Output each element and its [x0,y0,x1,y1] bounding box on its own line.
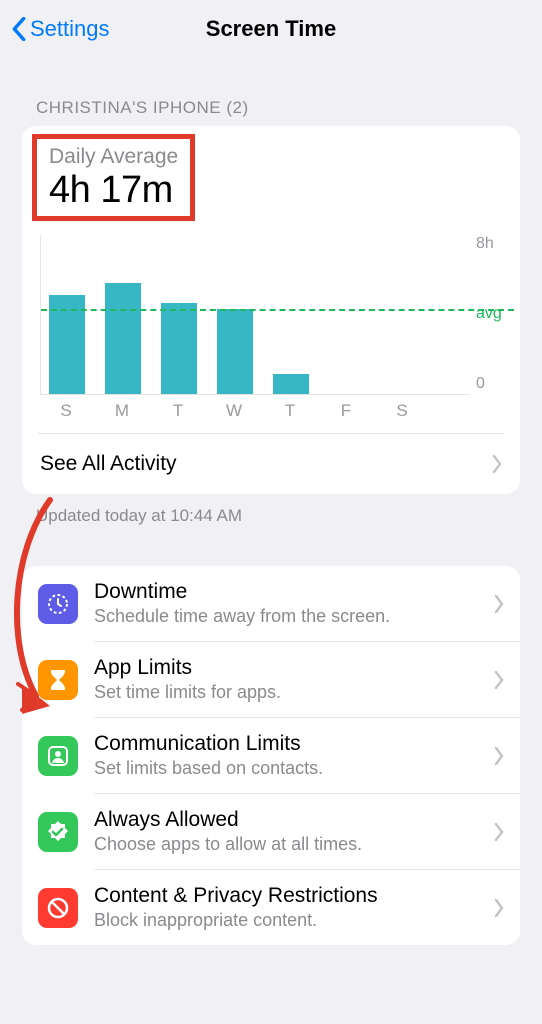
chevron-right-icon [492,455,502,473]
row-subtitle: Block inappropriate content. [94,910,494,931]
chevron-right-icon [494,747,504,765]
y-min-label: 0 [476,375,485,393]
daily-average-label: Daily Average [49,145,178,169]
see-all-label: See All Activity [40,452,177,476]
chart-bar [217,309,253,394]
chevron-right-icon [494,823,504,841]
x-tick: M [104,401,140,421]
options-list: DowntimeSchedule time away from the scre… [22,566,520,945]
row-body: Communication LimitsSet limits based on … [94,732,494,779]
row-body: Content & Privacy RestrictionsBlock inap… [94,884,494,931]
avg-marker-label: avg [476,305,502,323]
x-tick: T [160,401,196,421]
device-header: CHRISTINA'S IPHONE (2) [0,58,542,126]
option-row-downtime[interactable]: DowntimeSchedule time away from the scre… [22,566,520,641]
chevron-right-icon [494,671,504,689]
option-row-check-shield[interactable]: Always AllowedChoose apps to allow at al… [22,794,520,869]
row-subtitle: Set limits based on contacts. [94,758,494,779]
row-subtitle: Choose apps to allow at all times. [94,834,494,855]
updated-label: Updated today at 10:44 AM [0,494,542,548]
option-row-hourglass[interactable]: App LimitsSet time limits for apps. [22,642,520,717]
row-title: App Limits [94,656,494,680]
back-label: Settings [30,16,110,42]
x-tick: W [216,401,252,421]
chevron-right-icon [494,899,504,917]
row-body: Always AllowedChoose apps to allow at al… [94,808,494,855]
contact-icon [38,736,78,776]
row-title: Content & Privacy Restrictions [94,884,494,908]
chart-bar [161,303,197,394]
nav-bar: Settings Screen Time [0,0,542,58]
see-all-activity-row[interactable]: See All Activity [22,434,520,494]
chevron-right-icon [494,595,504,613]
x-axis: SMTWTFS [22,395,520,433]
y-max-label: 8h [476,235,494,253]
x-tick: F [328,401,364,421]
daily-average-box: Daily Average 4h 17m [32,134,195,221]
downtime-icon [38,584,78,624]
row-title: Communication Limits [94,732,494,756]
chevron-left-icon [12,17,26,41]
no-entry-icon [38,888,78,928]
row-body: App LimitsSet time limits for apps. [94,656,494,703]
option-row-contact[interactable]: Communication LimitsSet limits based on … [22,718,520,793]
summary-card: Daily Average 4h 17m 8h avg 0 SMTWTFS Se… [22,126,520,494]
chart-bar [105,283,141,394]
hourglass-icon [38,660,78,700]
x-tick: S [48,401,84,421]
option-row-no-entry[interactable]: Content & Privacy RestrictionsBlock inap… [22,870,520,945]
chart-bars [40,235,470,395]
back-button[interactable]: Settings [12,16,110,42]
chart-bar [273,374,309,394]
row-title: Downtime [94,580,494,604]
row-subtitle: Schedule time away from the screen. [94,606,494,627]
avg-line [41,309,514,311]
y-axis: 8h avg 0 [470,235,514,395]
row-title: Always Allowed [94,808,494,832]
daily-average-value: 4h 17m [49,169,178,212]
x-tick: T [272,401,308,421]
row-body: DowntimeSchedule time away from the scre… [94,580,494,627]
check-shield-icon [38,812,78,852]
usage-chart: 8h avg 0 [22,221,520,395]
row-subtitle: Set time limits for apps. [94,682,494,703]
x-tick: S [384,401,420,421]
